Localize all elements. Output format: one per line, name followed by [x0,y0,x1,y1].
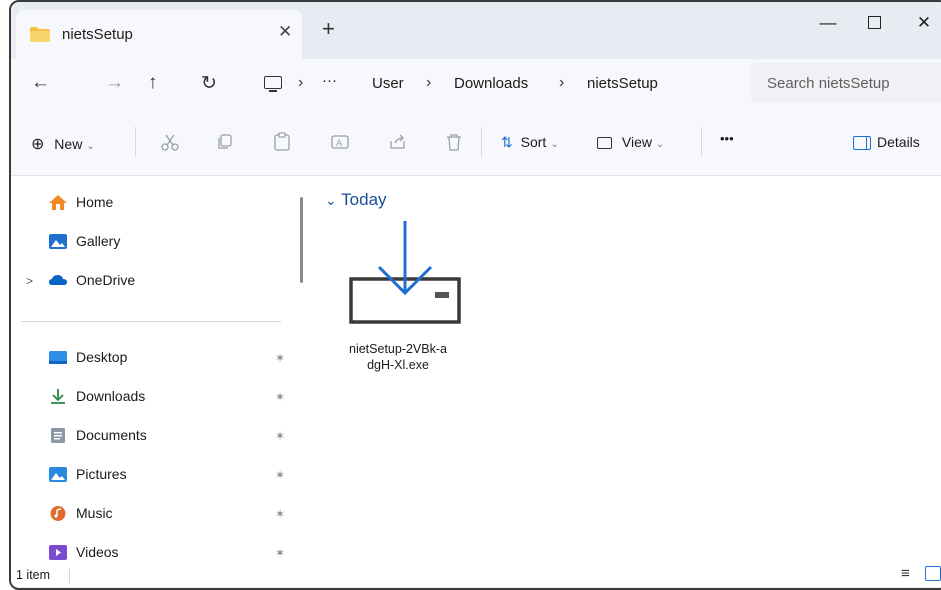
plus-icon: ⊕ [31,136,45,153]
breadcrumb-downloads[interactable]: Downloads [454,75,528,92]
group-label: Today [341,190,387,209]
share-icon[interactable] [389,133,407,151]
sidebar-item-label: OneDrive [76,272,136,288]
paste-icon[interactable] [273,132,291,152]
breadcrumb-separator: › [298,74,304,91]
copy-icon[interactable] [216,133,234,151]
home-icon [49,195,67,210]
details-pane-icon [853,136,871,151]
sidebar-item-label: Music [76,505,113,521]
details-button[interactable]: Details [853,134,920,151]
pin-icon[interactable]: ✶ [275,351,285,365]
tiles-view-icon[interactable] [925,566,941,581]
maximize-button[interactable] [851,8,897,38]
svg-text:A: A [336,139,343,149]
minimize-button[interactable]: — [805,8,851,38]
search-placeholder: Search nietsSetup [767,75,890,92]
tab-nietssetup[interactable]: nietsSetup ✕ [16,10,302,59]
sort-button[interactable]: ⇅ Sort ⌄ [501,134,559,151]
chevron-down-icon: ⌄ [86,141,95,152]
sort-label: Sort [520,134,547,150]
this-pc-icon[interactable] [264,76,282,92]
rename-icon[interactable]: A [331,133,349,151]
address-bar[interactable]: › ··· User › Downloads › nietsSetup [254,63,729,105]
sidebar-item-label: Gallery [76,233,121,249]
expand-chevron-icon[interactable]: > [26,274,33,288]
breadcrumb-more[interactable]: ··· [322,72,337,89]
new-tab-button[interactable]: + [322,18,335,40]
file-name: nietSetup-2VBk-a dgH-Xl.exe [333,341,463,373]
command-bar: ⊕ New ⌄ A ⇅ Sort ⌄ View ⌄ ••• Details [11,109,941,176]
new-button[interactable]: ⊕ New ⌄ [31,134,95,154]
pin-icon[interactable]: ✶ [275,507,285,521]
title-bar: nietsSetup ✕ + — ✕ [11,2,941,59]
navigation-bar: ← → ↑ ↻ › ··· User › Downloads › nietsSe… [11,59,941,109]
pin-icon[interactable]: ✶ [275,468,285,482]
sidebar-item-label: Documents [76,427,147,443]
toolbar-divider [481,127,482,157]
sidebar-item-label: Videos [76,544,119,560]
file-explorer-window: nietsSetup ✕ + — ✕ ← → ↑ ↻ › ··· User › … [9,0,941,590]
refresh-icon[interactable]: ↻ [201,72,217,95]
cut-icon[interactable] [161,133,179,151]
folder-icon [30,27,50,42]
download-icon [51,389,65,404]
details-view-icon[interactable]: ≡ [901,565,910,582]
gallery-icon [49,234,67,249]
onedrive-icon [49,275,67,285]
chevron-down-icon: ⌄ [655,139,665,150]
toolbar-divider [135,127,136,157]
music-icon [50,506,66,521]
more-options-button[interactable]: ••• [720,131,734,146]
sidebar-item-label: Downloads [76,388,146,404]
search-input[interactable]: Search nietsSetup [751,63,941,103]
item-count: 1 item [16,568,51,582]
view-button[interactable]: View ⌄ [597,134,664,150]
view-icon [597,137,612,150]
documents-icon [51,428,65,443]
view-label: View [621,134,652,150]
details-label: Details [877,134,920,150]
breadcrumb-nietssetup[interactable]: nietsSetup [587,75,658,92]
group-header-today[interactable]: ⌄ Today [325,190,387,210]
file-name-line1: nietSetup-2VBk-a [349,342,447,356]
breadcrumb-separator: › [559,74,565,91]
tab-title: nietsSetup [62,26,133,43]
sidebar-item-label: Pictures [76,466,127,482]
pictures-icon [49,467,67,482]
videos-icon [49,545,67,560]
close-window-button[interactable]: ✕ [901,8,941,38]
status-bar: 1 item ≡ [11,565,941,587]
pin-icon[interactable]: ✶ [275,390,285,404]
sidebar-item-label: Home [76,194,114,210]
toolbar-divider [701,127,702,157]
file-name-line2: dgH-Xl.exe [367,358,429,372]
pin-icon[interactable]: ✶ [275,546,285,560]
forward-arrow-icon[interactable]: → [105,72,124,94]
close-tab-icon[interactable]: ✕ [278,22,292,42]
up-arrow-icon[interactable]: ↑ [148,72,158,94]
file-list-area: ⌄ Today nietSetup-2VBk-a dgH-Xl.exe [303,176,941,576]
file-item[interactable]: nietSetup-2VBk-a dgH-Xl.exe [333,221,463,381]
new-label: New [54,136,83,152]
maximize-icon [867,15,881,29]
sidebar-divider [21,321,281,322]
sort-icon: ⇅ [501,134,513,150]
breadcrumb-user[interactable]: User [372,75,404,92]
sidebar-item-label: Desktop [76,349,128,365]
pin-icon[interactable]: ✶ [275,429,285,443]
breadcrumb-separator: › [426,74,432,91]
chevron-down-icon: ⌄ [550,139,559,150]
back-arrow-icon[interactable]: ← [31,72,50,94]
installer-file-icon [349,221,461,324]
delete-icon[interactable] [446,133,462,151]
chevron-down-icon: ⌄ [325,192,337,208]
navigation-pane: Home Gallery > OneDrive Desktop ✶ Downlo… [11,176,303,576]
desktop-icon [49,351,67,364]
